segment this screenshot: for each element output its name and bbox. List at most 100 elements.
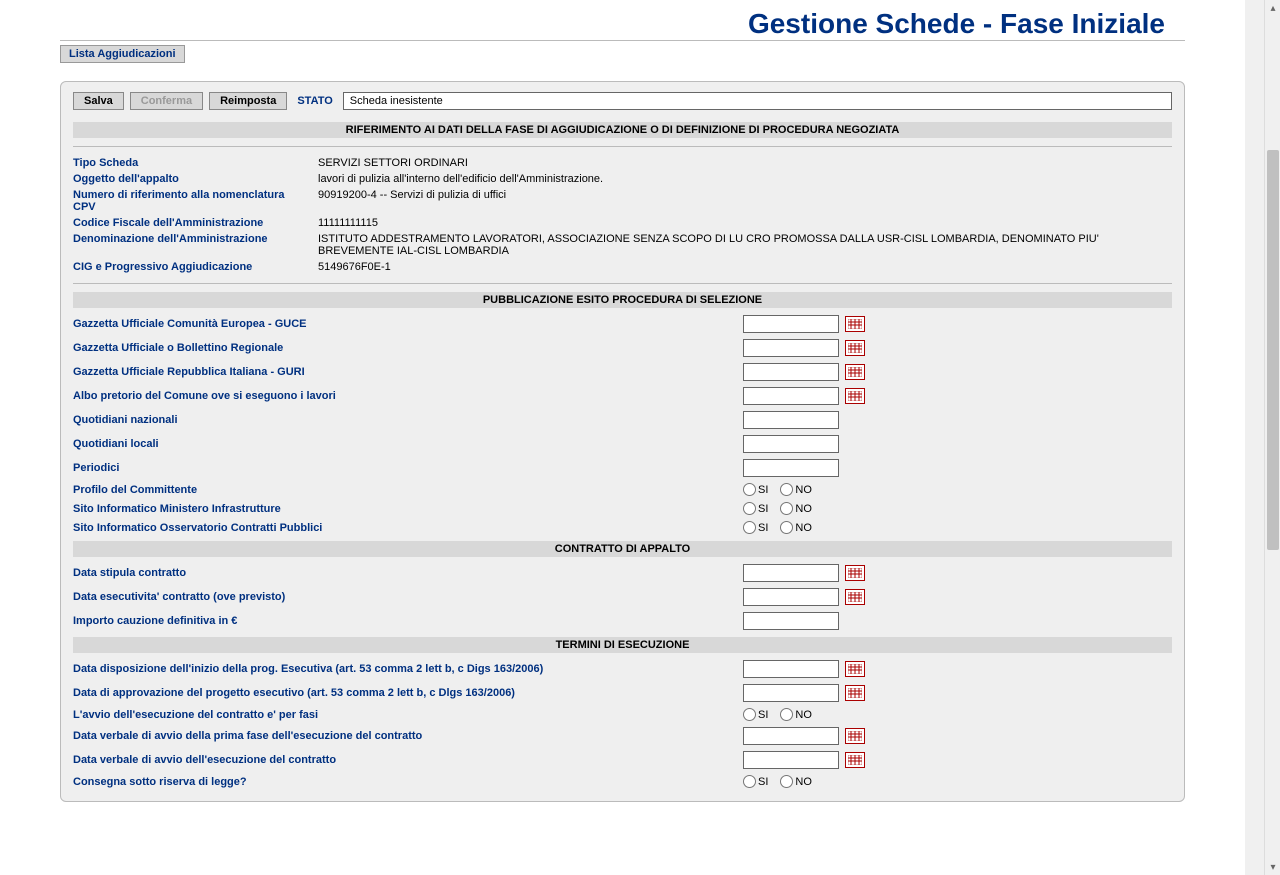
radio-si[interactable] [743, 521, 756, 534]
form-row: Periodici [73, 456, 1172, 480]
info-row: Numero di riferimento alla nomenclatura … [73, 187, 1172, 215]
info-row: Denominazione dell'AmministrazioneISTITU… [73, 231, 1172, 259]
s2-date-input[interactable] [743, 315, 839, 333]
calendar-icon[interactable] [845, 752, 865, 768]
scroll-up-icon[interactable]: ▴ [1265, 0, 1280, 16]
form-label: Data esecutivita' contratto (ove previst… [73, 591, 743, 603]
info-row: CIG e Progressivo Aggiudicazione5149676F… [73, 259, 1172, 275]
form-control: SINO [743, 708, 820, 721]
form-control [743, 363, 865, 381]
s4-radio-group: SINO [743, 775, 820, 788]
s2-date-input[interactable] [743, 339, 839, 357]
radio-si-label: SI [758, 484, 768, 496]
radio-no[interactable] [780, 521, 793, 534]
s2-date-input[interactable] [743, 387, 839, 405]
form-row: Consegna sotto riserva di legge?SINO [73, 772, 1172, 791]
form-label: Quotidiani locali [73, 438, 743, 450]
form-row: Data stipula contratto [73, 561, 1172, 585]
calendar-icon[interactable] [845, 316, 865, 332]
info-row: Tipo SchedaSERVIZI SETTORI ORDINARI [73, 155, 1172, 171]
s3-date-input[interactable] [743, 564, 839, 582]
radio-no-label: NO [795, 776, 812, 788]
form-row: Albo pretorio del Comune ove si eseguono… [73, 384, 1172, 408]
calendar-icon[interactable] [845, 685, 865, 701]
form-row: Gazzetta Ufficiale Comunità Europea - GU… [73, 312, 1172, 336]
calendar-icon[interactable] [845, 728, 865, 744]
salva-button[interactable]: Salva [73, 92, 124, 110]
form-label: Quotidiani nazionali [73, 414, 743, 426]
radio-si[interactable] [743, 775, 756, 788]
lista-aggiudicazioni-tab[interactable]: Lista Aggiudicazioni [60, 45, 185, 63]
divider [73, 283, 1172, 284]
calendar-icon[interactable] [845, 340, 865, 356]
form-label: Importo cauzione definitiva in € [73, 615, 743, 627]
form-label: Gazzetta Ufficiale o Bollettino Regional… [73, 342, 743, 354]
form-row: L'avvio dell'esecuzione del contratto e'… [73, 705, 1172, 724]
info-value: SERVIZI SETTORI ORDINARI [318, 157, 1172, 169]
radio-no[interactable] [780, 775, 793, 788]
radio-si-label: SI [758, 503, 768, 515]
s2-text-input[interactable] [743, 459, 839, 477]
form-label: Albo pretorio del Comune ove si eseguono… [73, 390, 743, 402]
section-header-termini: TERMINI DI ESECUZIONE [73, 637, 1172, 653]
calendar-icon[interactable] [845, 565, 865, 581]
form-label: Profilo del Committente [73, 484, 743, 496]
page-title: Gestione Schede - Fase Iniziale [60, 0, 1185, 41]
s2-date-input[interactable] [743, 363, 839, 381]
s2-radio-group: SI NO [743, 483, 820, 496]
s3-text-input[interactable] [743, 612, 839, 630]
radio-si[interactable] [743, 708, 756, 721]
info-label: CIG e Progressivo Aggiudicazione [73, 261, 318, 273]
s3-date-input[interactable] [743, 588, 839, 606]
radio-no[interactable] [780, 708, 793, 721]
calendar-icon[interactable] [845, 589, 865, 605]
form-control [743, 435, 839, 453]
form-control [743, 315, 865, 333]
calendar-icon[interactable] [845, 388, 865, 404]
info-value: 11111111115 [318, 217, 1172, 229]
s4-date-input[interactable] [743, 727, 839, 745]
form-row: Data disposizione dell'inizio della prog… [73, 657, 1172, 681]
vertical-scrollbar[interactable]: ▴ ▾ [1264, 0, 1280, 875]
form-label: Consegna sotto riserva di legge? [73, 776, 743, 788]
form-control: SINO [743, 775, 820, 788]
reimposta-button[interactable]: Reimposta [209, 92, 287, 110]
info-row: Oggetto dell'appaltolavori di pulizia al… [73, 171, 1172, 187]
s2-text-input[interactable] [743, 435, 839, 453]
form-label: Data di approvazione del progetto esecut… [73, 687, 743, 699]
s4-radio-group: SINO [743, 708, 820, 721]
conferma-button: Conferma [130, 92, 203, 110]
s2-radio-group: SINO [743, 521, 820, 534]
s4-date-input[interactable] [743, 660, 839, 678]
form-label: Gazzetta Ufficiale Repubblica Italiana -… [73, 366, 743, 378]
form-row: Data esecutivita' contratto (ove previst… [73, 585, 1172, 609]
s4-date-input[interactable] [743, 684, 839, 702]
form-control [743, 459, 839, 477]
radio-no-label: NO [795, 484, 812, 496]
radio-no[interactable] [780, 502, 793, 515]
form-control: SI NO [743, 483, 820, 496]
form-control [743, 588, 865, 606]
form-row: Data di approvazione del progetto esecut… [73, 681, 1172, 705]
radio-no-label: NO [795, 503, 812, 515]
calendar-icon[interactable] [845, 661, 865, 677]
s2-text-input[interactable] [743, 411, 839, 429]
form-label: Data verbale di avvio della prima fase d… [73, 730, 743, 742]
toolbar: Salva Conferma Reimposta STATO Scheda in… [73, 92, 1172, 110]
s2-radio-group: SI NO [743, 502, 820, 515]
form-row: Sito Informatico Osservatorio Contratti … [73, 518, 1172, 537]
info-label: Tipo Scheda [73, 157, 318, 169]
form-row: Quotidiani nazionali [73, 408, 1172, 432]
radio-si-label: SI [758, 709, 768, 721]
form-control [743, 564, 865, 582]
radio-si[interactable] [743, 483, 756, 496]
scroll-thumb[interactable] [1267, 150, 1279, 550]
scroll-down-icon[interactable]: ▾ [1265, 859, 1280, 875]
form-control [743, 612, 839, 630]
calendar-icon[interactable] [845, 364, 865, 380]
radio-no[interactable] [780, 483, 793, 496]
s4-date-input[interactable] [743, 751, 839, 769]
form-row: Data verbale di avvio dell'esecuzione de… [73, 748, 1172, 772]
form-label: Periodici [73, 462, 743, 474]
radio-si[interactable] [743, 502, 756, 515]
